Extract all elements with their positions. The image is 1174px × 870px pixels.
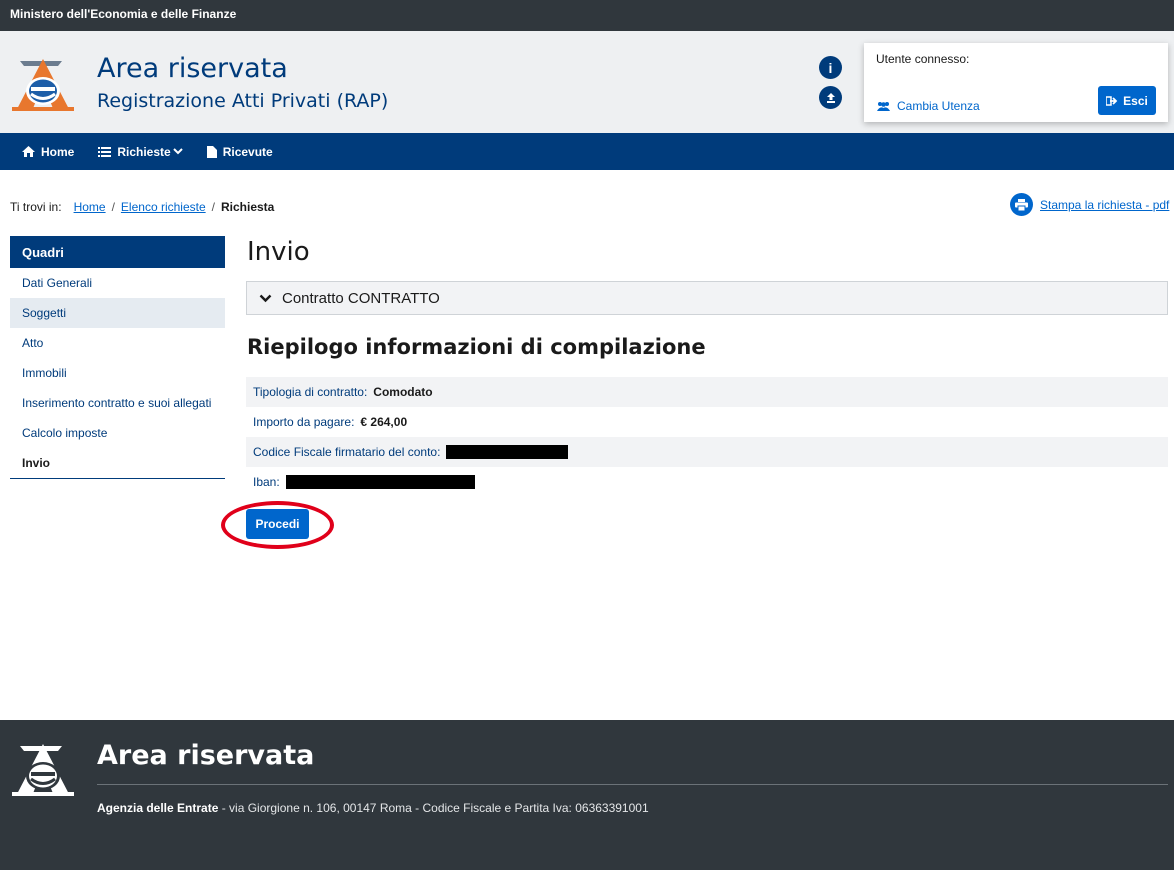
app-subtitle: Registrazione Atti Privati (RAP) [97, 90, 389, 112]
sidebar-item-calcolo-imposte[interactable]: Calcolo imposte [10, 418, 225, 448]
summary-value: € 264,00 [360, 415, 408, 429]
connected-user-label: Utente connesso: [876, 52, 970, 66]
nav-home[interactable]: Home [22, 145, 74, 159]
sidebar-item-inserimento-contratto[interactable]: Inserimento contratto e suoi allegati [10, 388, 225, 418]
list-icon [98, 146, 112, 157]
nav-requests[interactable]: Richieste [98, 144, 183, 159]
summary-label: Tipologia di contratto: [253, 385, 368, 399]
summary-row: Importo da pagare: € 264,00 [246, 407, 1168, 437]
breadcrumb-prefix: Ti trovi in: [10, 200, 62, 214]
chevron-down-icon [259, 294, 272, 302]
footer-info: Agenzia delle Entrate - via Giorgione n.… [97, 801, 649, 815]
footer-agency: Agenzia delle Entrate [97, 801, 219, 815]
file-icon [206, 145, 217, 158]
breadcrumb: Ti trovi in: Home / Elenco richieste / R… [10, 200, 274, 214]
redacted-value [285, 475, 475, 489]
agenzia-entrate-logo [12, 744, 74, 796]
summary-label: Importo da pagare: [253, 415, 355, 429]
switch-user-label: Cambia Utenza [897, 99, 980, 113]
sidebar-item-soggetti[interactable]: Soggetti [10, 298, 225, 328]
summary-label: Codice Fiscale firmatario del conto: [253, 445, 441, 459]
ministry-bar: Ministero dell'Economia e delle Finanze [0, 0, 1174, 31]
upload-icon[interactable] [819, 86, 842, 109]
sidebar-title: Quadri [10, 236, 225, 268]
sign-out-icon [1106, 95, 1118, 106]
main-nav: Home Richieste Ricevute [0, 133, 1174, 170]
breadcrumb-current: Richiesta [220, 200, 275, 214]
breadcrumb-separator: / [111, 200, 115, 214]
sidebar-item-atto[interactable]: Atto [10, 328, 225, 358]
summary-label: Iban: [253, 475, 280, 489]
home-icon [22, 146, 35, 157]
nav-receipts-label: Ricevute [222, 144, 273, 159]
footer-title: Area riservata [97, 740, 315, 771]
proceed-button[interactable]: Procedi [246, 509, 309, 539]
footer: Area riservata Agenzia delle Entrate - v… [0, 720, 1174, 870]
nav-requests-label: Richieste [117, 144, 171, 159]
sidebar-item-immobili[interactable]: Immobili [10, 358, 225, 388]
nav-home-label: Home [41, 144, 75, 159]
users-icon [877, 101, 890, 111]
exit-label: Esci [1123, 93, 1148, 108]
footer-address: - via Giorgione n. 106, 00147 Roma - Cod… [218, 801, 649, 815]
nav-receipts[interactable]: Ricevute [206, 144, 273, 159]
print-request-link[interactable]: Stampa la richiesta - pdf [1010, 193, 1169, 216]
user-panel: Utente connesso: Cambia Utenza Esci [864, 43, 1168, 122]
chevron-down-icon [172, 148, 183, 155]
app-title: Area riservata [97, 53, 288, 84]
header: Area riservata Registrazione Atti Privat… [0, 31, 1174, 133]
summary-value: Comodato [373, 385, 433, 399]
summary-row: Codice Fiscale firmatario del conto: [246, 437, 1168, 467]
sidebar: Quadri Dati Generali Soggetti Atto Immob… [10, 236, 225, 479]
summary-title: Riepilogo informazioni di compilazione [247, 335, 706, 359]
summary-row: Iban: [246, 467, 1168, 497]
info-icon[interactable]: i [819, 56, 842, 79]
print-request-label: Stampa la richiesta - pdf [1040, 197, 1170, 212]
breadcrumb-request-list[interactable]: Elenco richieste [121, 200, 206, 214]
exit-button[interactable]: Esci [1098, 86, 1156, 115]
contract-accordion[interactable]: Contratto CONTRATTO [246, 281, 1168, 315]
summary-list: Tipologia di contratto: Comodato Importo… [246, 377, 1168, 497]
breadcrumb-separator: / [211, 200, 215, 214]
footer-divider [97, 784, 1168, 785]
summary-row: Tipologia di contratto: Comodato [246, 377, 1168, 407]
switch-user-link[interactable]: Cambia Utenza [876, 99, 980, 113]
accordion-label: Contratto CONTRATTO [282, 289, 440, 307]
printer-icon [1010, 193, 1033, 216]
page-title: Invio [247, 237, 310, 267]
breadcrumb-home[interactable]: Home [74, 200, 106, 214]
redacted-value [446, 445, 569, 459]
sidebar-item-invio[interactable]: Invio [10, 448, 225, 478]
agenzia-entrate-logo[interactable] [10, 53, 76, 113]
sidebar-item-dati-generali[interactable]: Dati Generali [10, 268, 225, 298]
